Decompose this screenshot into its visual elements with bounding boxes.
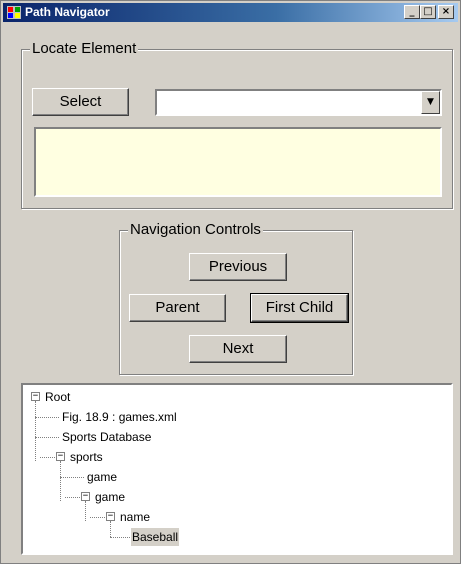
collapse-icon[interactable]: − xyxy=(106,512,115,521)
element-combobox[interactable]: ▼ xyxy=(155,89,442,116)
tree-node-label[interactable]: game xyxy=(86,468,118,486)
tree-node-sports-database[interactable]: Sports Database xyxy=(23,428,283,446)
dropdown-arrow-icon[interactable]: ▼ xyxy=(421,91,440,114)
locate-element-label: Locate Element xyxy=(30,40,139,58)
close-button[interactable]: × xyxy=(438,5,454,19)
tree-node-file[interactable]: Fig. 18.9 : games.xml xyxy=(23,408,283,426)
minimize-button[interactable]: _ xyxy=(404,5,420,19)
xml-tree-view[interactable]: − Root Fig. 18.9 : games.xml Sports Data… xyxy=(21,383,453,555)
maximize-button[interactable]: □ xyxy=(420,5,436,19)
select-button[interactable]: Select xyxy=(32,88,129,116)
previous-button[interactable]: Previous xyxy=(189,253,287,281)
app-icon xyxy=(7,6,21,19)
tree-node-label[interactable]: Fig. 18.9 : games.xml xyxy=(61,408,178,426)
next-button[interactable]: Next xyxy=(189,335,287,363)
tree-node-game-expanded[interactable]: − game xyxy=(23,488,223,506)
collapse-icon[interactable]: − xyxy=(31,392,40,401)
tree-node-baseball[interactable]: Baseball xyxy=(23,528,243,546)
tree-node-root[interactable]: − Root xyxy=(23,388,223,406)
tree-node-label[interactable]: Sports Database xyxy=(61,428,152,446)
parent-button[interactable]: Parent xyxy=(129,294,226,322)
collapse-icon[interactable]: − xyxy=(56,452,65,461)
tree-node-label[interactable]: Root xyxy=(44,388,71,406)
tree-node-label[interactable]: Baseball xyxy=(131,528,180,546)
title-bar[interactable]: Path Navigator _ □ × xyxy=(3,3,458,22)
first-child-button[interactable]: First Child xyxy=(250,293,349,323)
path-display[interactable] xyxy=(34,127,442,197)
tree-node-sports[interactable]: − sports xyxy=(23,448,223,466)
tree-node-game[interactable]: game xyxy=(23,468,223,486)
collapse-icon[interactable]: − xyxy=(81,492,90,501)
tree-node-label[interactable]: sports xyxy=(69,448,104,466)
path-navigator-window: Path Navigator _ □ × Locate Element Sele… xyxy=(0,0,461,564)
window-title: Path Navigator xyxy=(25,5,110,19)
navigation-controls-label: Navigation Controls xyxy=(128,221,263,239)
tree-node-name[interactable]: − name xyxy=(23,508,223,526)
tree-node-label[interactable]: game xyxy=(94,488,126,506)
tree-node-label[interactable]: name xyxy=(119,508,151,526)
